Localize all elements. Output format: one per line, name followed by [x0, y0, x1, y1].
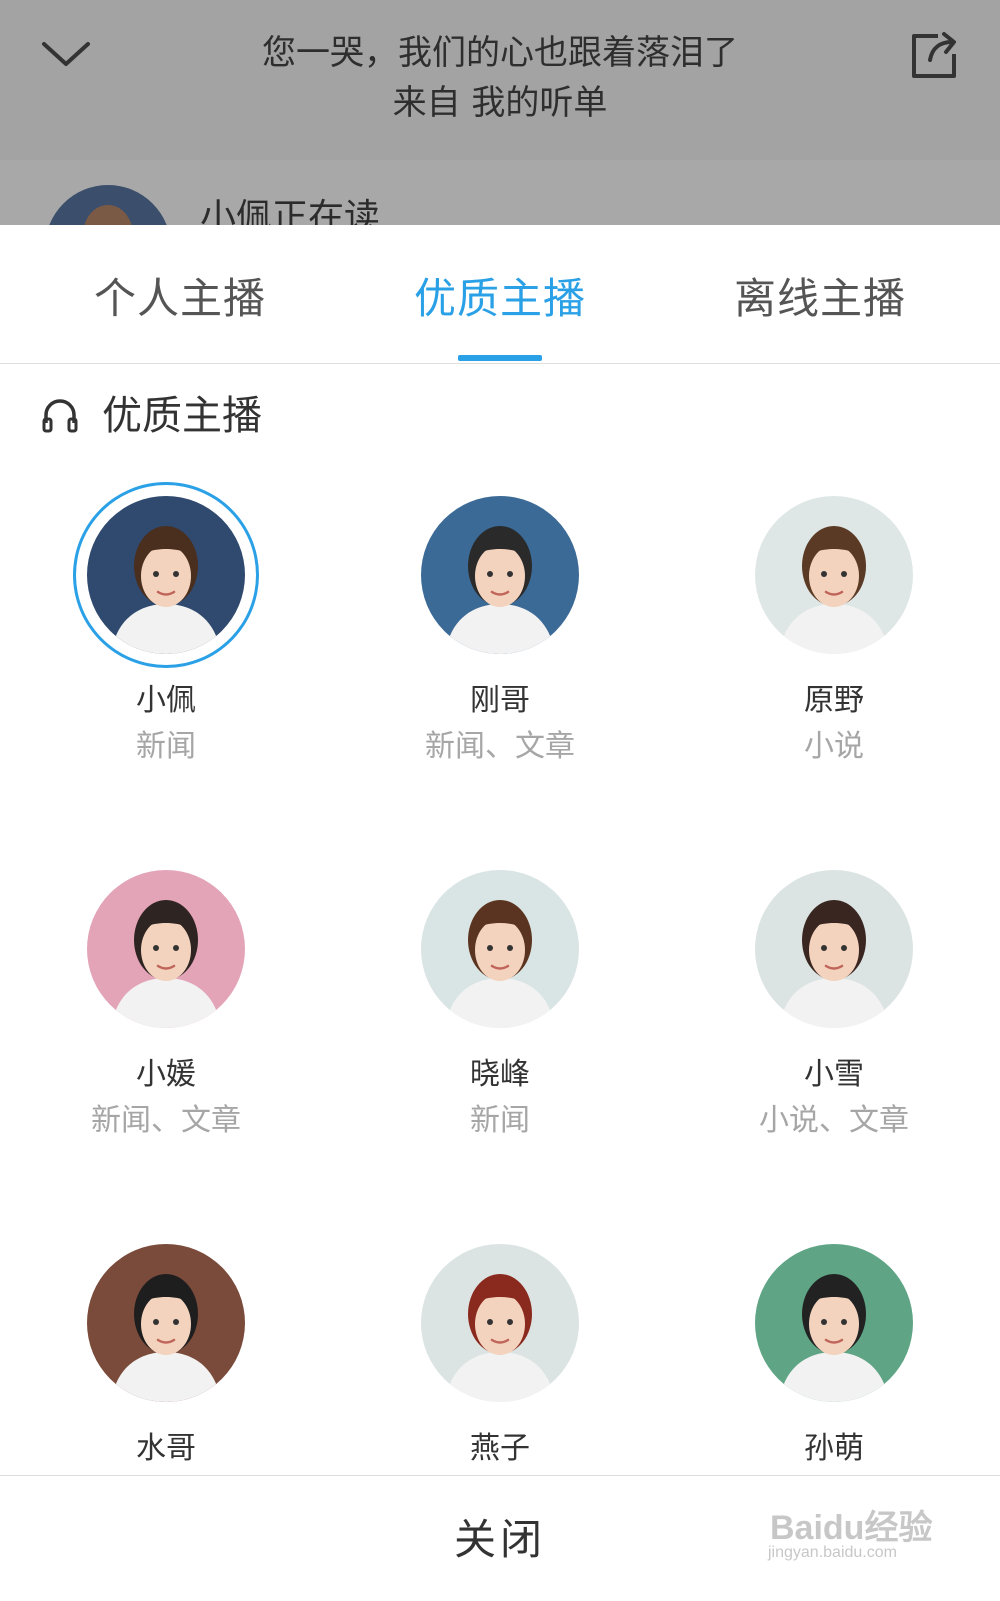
tab-active-indicator: [458, 355, 542, 361]
anchor-name: 晓峰: [470, 1057, 530, 1092]
playlist-title: 您一哭，我们的心也跟着落泪了: [262, 33, 738, 73]
share-icon[interactable]: [908, 30, 960, 82]
avatar: [87, 496, 245, 654]
avatar-frame: [410, 485, 590, 665]
anchor-item[interactable]: 燕子: [380, 1233, 620, 1469]
watermark-url: jingyan.baidu.com: [768, 1544, 897, 1561]
avatar-selected-ring: [76, 485, 256, 665]
headphones-icon: [40, 395, 80, 435]
avatar-frame: [744, 485, 924, 665]
anchor-name: 刚哥: [470, 683, 530, 718]
anchor-item[interactable]: 小雪 小说、文章: [714, 859, 954, 1141]
avatar-frame: [744, 859, 924, 1039]
avatar-frame: [410, 1233, 590, 1413]
tab-offline-anchor[interactable]: 离线主播: [670, 265, 970, 326]
baidu-watermark: Baidu经验 jingyan.baidu.com: [760, 1490, 960, 1570]
anchor-picker-sheet: 个人主播 优质主播 离线主播 优质主播 小佩 新闻 刚哥 新闻、文章 原野 小说…: [0, 225, 1000, 1600]
avatar-frame: [76, 859, 256, 1039]
close-button[interactable]: 关闭: [400, 1506, 600, 1567]
anchor-categories: 小说: [804, 729, 864, 764]
avatar: [421, 1244, 579, 1402]
avatar: [421, 496, 579, 654]
tab-quality-anchor[interactable]: 优质主播: [350, 265, 650, 326]
avatar: [421, 870, 579, 1028]
avatar: [87, 1244, 245, 1402]
chevron-down-icon[interactable]: [38, 34, 94, 74]
background-page: 您一哭，我们的心也跟着落泪了 来自 我的听单 小佩正在读: [0, 0, 1000, 225]
avatar: [755, 870, 913, 1028]
anchor-item[interactable]: 水哥: [46, 1233, 286, 1469]
avatar: [87, 870, 245, 1028]
section-title: 优质主播: [102, 393, 262, 439]
avatar: [755, 496, 913, 654]
anchor-item[interactable]: 原野 小说: [714, 485, 954, 767]
avatar-frame: [744, 1233, 924, 1413]
avatar-frame: [76, 1233, 256, 1413]
anchor-categories: 新闻、文章: [425, 729, 575, 764]
anchor-item[interactable]: 孙萌: [714, 1233, 954, 1469]
anchor-name: 小雪: [804, 1057, 864, 1092]
anchor-categories: 小说、文章: [759, 1103, 909, 1138]
anchor-categories: 新闻: [470, 1103, 530, 1138]
anchor-name: 小佩: [136, 683, 196, 718]
playlist-source: 来自 我的听单: [392, 83, 608, 123]
anchor-name: 水哥: [136, 1431, 196, 1466]
avatar-frame: [410, 859, 590, 1039]
anchor-categories: 新闻: [136, 729, 196, 764]
anchor-name: 孙萌: [804, 1431, 864, 1466]
tab-bar: 个人主播 优质主播 离线主播: [0, 225, 1000, 364]
avatar: [755, 1244, 913, 1402]
anchor-item[interactable]: 小佩 新闻: [46, 485, 286, 767]
now-reading-text: 小佩正在读: [200, 197, 381, 225]
anchor-item[interactable]: 刚哥 新闻、文章: [380, 485, 620, 767]
anchor-item[interactable]: 晓峰 新闻: [380, 859, 620, 1141]
anchor-name: 原野: [804, 683, 864, 718]
tab-personal-anchor[interactable]: 个人主播: [30, 265, 330, 326]
anchor-name: 小媛: [136, 1057, 196, 1092]
watermark-brand: Baidu经验: [770, 1509, 933, 1547]
anchor-name: 燕子: [470, 1431, 530, 1466]
anchor-categories: 新闻、文章: [91, 1103, 241, 1138]
anchor-item[interactable]: 小媛 新闻、文章: [46, 859, 286, 1141]
